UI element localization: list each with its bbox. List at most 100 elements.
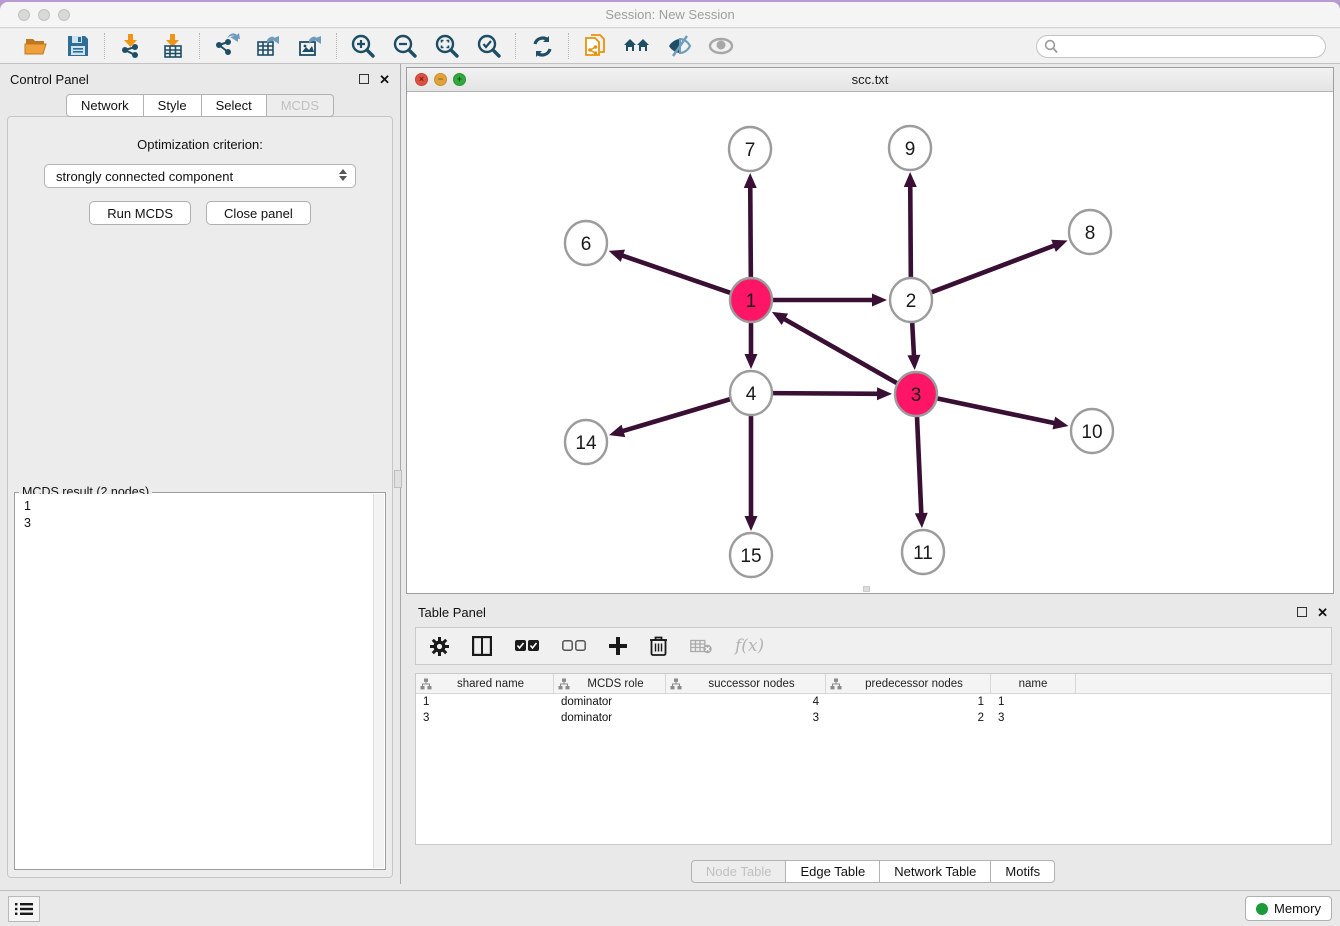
zoom-in-icon[interactable] bbox=[349, 32, 377, 60]
column-header-predecessor-nodes[interactable]: predecessor nodes bbox=[826, 674, 991, 693]
task-history-button[interactable] bbox=[8, 896, 40, 922]
zoom-fit-icon[interactable] bbox=[433, 32, 461, 60]
tab-motifs[interactable]: Motifs bbox=[991, 860, 1055, 883]
run-mcds-button[interactable]: Run MCDS bbox=[89, 201, 191, 225]
graph-node-1[interactable]: 1 bbox=[730, 278, 772, 322]
graph-edge-3-1[interactable] bbox=[783, 318, 897, 383]
graph-node-11[interactable]: 11 bbox=[902, 530, 944, 574]
graph-edge-3-10[interactable] bbox=[938, 399, 1056, 424]
graph-node-3[interactable]: 3 bbox=[895, 372, 937, 416]
network-view-titlebar: × − + scc.txt bbox=[407, 68, 1333, 92]
graph-edge-4-3[interactable] bbox=[773, 393, 879, 394]
graph-edge-2-9[interactable] bbox=[910, 185, 911, 278]
export-image-icon[interactable] bbox=[296, 32, 324, 60]
graph-node-9[interactable]: 9 bbox=[889, 126, 931, 170]
control-panel-title: Control Panel bbox=[10, 72, 89, 87]
zoom-selected-icon[interactable] bbox=[475, 32, 503, 60]
search-input[interactable] bbox=[1036, 35, 1326, 58]
panel-divider-grip[interactable] bbox=[394, 470, 402, 488]
criterion-select[interactable]: strongly connected component bbox=[44, 164, 356, 188]
function-builder-icon[interactable]: f(x) bbox=[735, 636, 764, 656]
table-cell[interactable]: 3 bbox=[666, 710, 826, 726]
graph-edge-2-8[interactable] bbox=[932, 245, 1056, 292]
tab-mcds[interactable]: MCDS bbox=[267, 94, 334, 117]
tab-network[interactable]: Network bbox=[66, 94, 144, 117]
columns-icon[interactable] bbox=[472, 636, 492, 656]
network-graph: 7 9 6 8 1 2 4 3 14 10 15 11 bbox=[407, 92, 1333, 593]
graph-node-label: 9 bbox=[905, 139, 916, 160]
delete-table-icon[interactable] bbox=[690, 639, 712, 654]
network-canvas[interactable]: 7 9 6 8 1 2 4 3 14 10 15 11 bbox=[407, 92, 1333, 593]
zoom-out-icon[interactable] bbox=[391, 32, 419, 60]
refresh-icon[interactable] bbox=[528, 32, 556, 60]
deselect-all-icon[interactable] bbox=[562, 640, 586, 652]
delete-column-icon[interactable] bbox=[650, 636, 667, 656]
graph-node-label: 1 bbox=[746, 291, 757, 312]
graph-node-10[interactable]: 10 bbox=[1071, 409, 1113, 453]
column-header-MCDS-role[interactable]: MCDS role bbox=[554, 674, 666, 693]
column-header-shared-name[interactable]: shared name bbox=[416, 674, 554, 693]
graph-node-7[interactable]: 7 bbox=[729, 127, 771, 171]
tab-edge-table[interactable]: Edge Table bbox=[786, 860, 880, 883]
graph-edge-2-3[interactable] bbox=[912, 322, 914, 357]
close-panel-icon[interactable]: ✕ bbox=[379, 73, 390, 86]
result-scrollbar[interactable] bbox=[373, 494, 384, 868]
app-window: Session: New Session bbox=[0, 2, 1340, 926]
close-table-panel-icon[interactable]: ✕ bbox=[1317, 606, 1328, 619]
criterion-value: strongly connected component bbox=[56, 169, 233, 184]
tab-select[interactable]: Select bbox=[202, 94, 267, 117]
mcds-result-list[interactable]: 1 3 bbox=[16, 494, 384, 868]
gear-icon[interactable] bbox=[430, 637, 449, 656]
table-cell[interactable]: 3 bbox=[991, 710, 1076, 726]
graph-node-15[interactable]: 15 bbox=[730, 533, 772, 577]
add-column-icon[interactable] bbox=[609, 637, 627, 655]
tab-style[interactable]: Style bbox=[144, 94, 202, 117]
duplicate-network-icon[interactable] bbox=[581, 32, 609, 60]
memory-status-icon bbox=[1256, 903, 1268, 915]
save-session-icon[interactable] bbox=[64, 32, 92, 60]
open-session-icon[interactable] bbox=[22, 32, 50, 60]
graph-node-label: 11 bbox=[913, 543, 933, 564]
import-network-icon[interactable] bbox=[117, 32, 145, 60]
tab-node-table[interactable]: Node Table bbox=[691, 860, 787, 883]
tab-network-table[interactable]: Network Table bbox=[880, 860, 991, 883]
table-row[interactable]: 3dominator323 bbox=[416, 710, 1331, 726]
canvas-resize-grip[interactable] bbox=[863, 586, 870, 592]
table-cell[interactable]: dominator bbox=[554, 694, 666, 710]
search-icon bbox=[1044, 39, 1058, 54]
column-header-name[interactable]: name bbox=[991, 674, 1076, 693]
table-cell[interactable]: 1 bbox=[991, 694, 1076, 710]
import-table-icon[interactable] bbox=[159, 32, 187, 60]
table-cell[interactable]: 1 bbox=[826, 694, 991, 710]
show-graphics-details-icon[interactable] bbox=[707, 32, 735, 60]
graph-node-label: 8 bbox=[1085, 223, 1096, 244]
table-tabs: Node Table Edge Table Network Table Moti… bbox=[406, 860, 1340, 883]
graph-arrowhead-3-10 bbox=[1052, 417, 1068, 430]
graph-node-2[interactable]: 2 bbox=[890, 278, 932, 322]
hide-graphics-details-icon[interactable] bbox=[665, 32, 693, 60]
graph-edge-4-14[interactable] bbox=[621, 399, 729, 431]
table-cell[interactable]: 4 bbox=[666, 694, 826, 710]
graph-node-8[interactable]: 8 bbox=[1069, 210, 1111, 254]
export-table-icon[interactable] bbox=[254, 32, 282, 60]
column-header-successor-nodes[interactable]: successor nodes bbox=[666, 674, 826, 693]
float-table-panel-icon[interactable] bbox=[1297, 607, 1307, 617]
close-panel-button[interactable]: Close panel bbox=[206, 201, 311, 225]
table-cell[interactable]: 1 bbox=[416, 694, 554, 710]
table-cell[interactable]: dominator bbox=[554, 710, 666, 726]
graph-edge-1-7[interactable] bbox=[750, 186, 751, 278]
node-table[interactable]: shared nameMCDS rolesuccessor nodesprede… bbox=[415, 673, 1332, 845]
graph-node-14[interactable]: 14 bbox=[565, 420, 607, 464]
table-cell[interactable]: 2 bbox=[826, 710, 991, 726]
graph-edge-1-6[interactable] bbox=[621, 255, 730, 293]
first-neighbors-icon[interactable] bbox=[623, 32, 651, 60]
graph-node-4[interactable]: 4 bbox=[730, 371, 772, 415]
table-cell[interactable]: 3 bbox=[416, 710, 554, 726]
table-row[interactable]: 1dominator411 bbox=[416, 694, 1331, 710]
graph-edge-3-11[interactable] bbox=[917, 416, 921, 515]
export-network-icon[interactable] bbox=[212, 32, 240, 60]
graph-node-6[interactable]: 6 bbox=[565, 221, 607, 265]
memory-button[interactable]: Memory bbox=[1245, 896, 1332, 921]
float-panel-icon[interactable] bbox=[359, 74, 369, 84]
select-all-icon[interactable] bbox=[515, 640, 539, 652]
